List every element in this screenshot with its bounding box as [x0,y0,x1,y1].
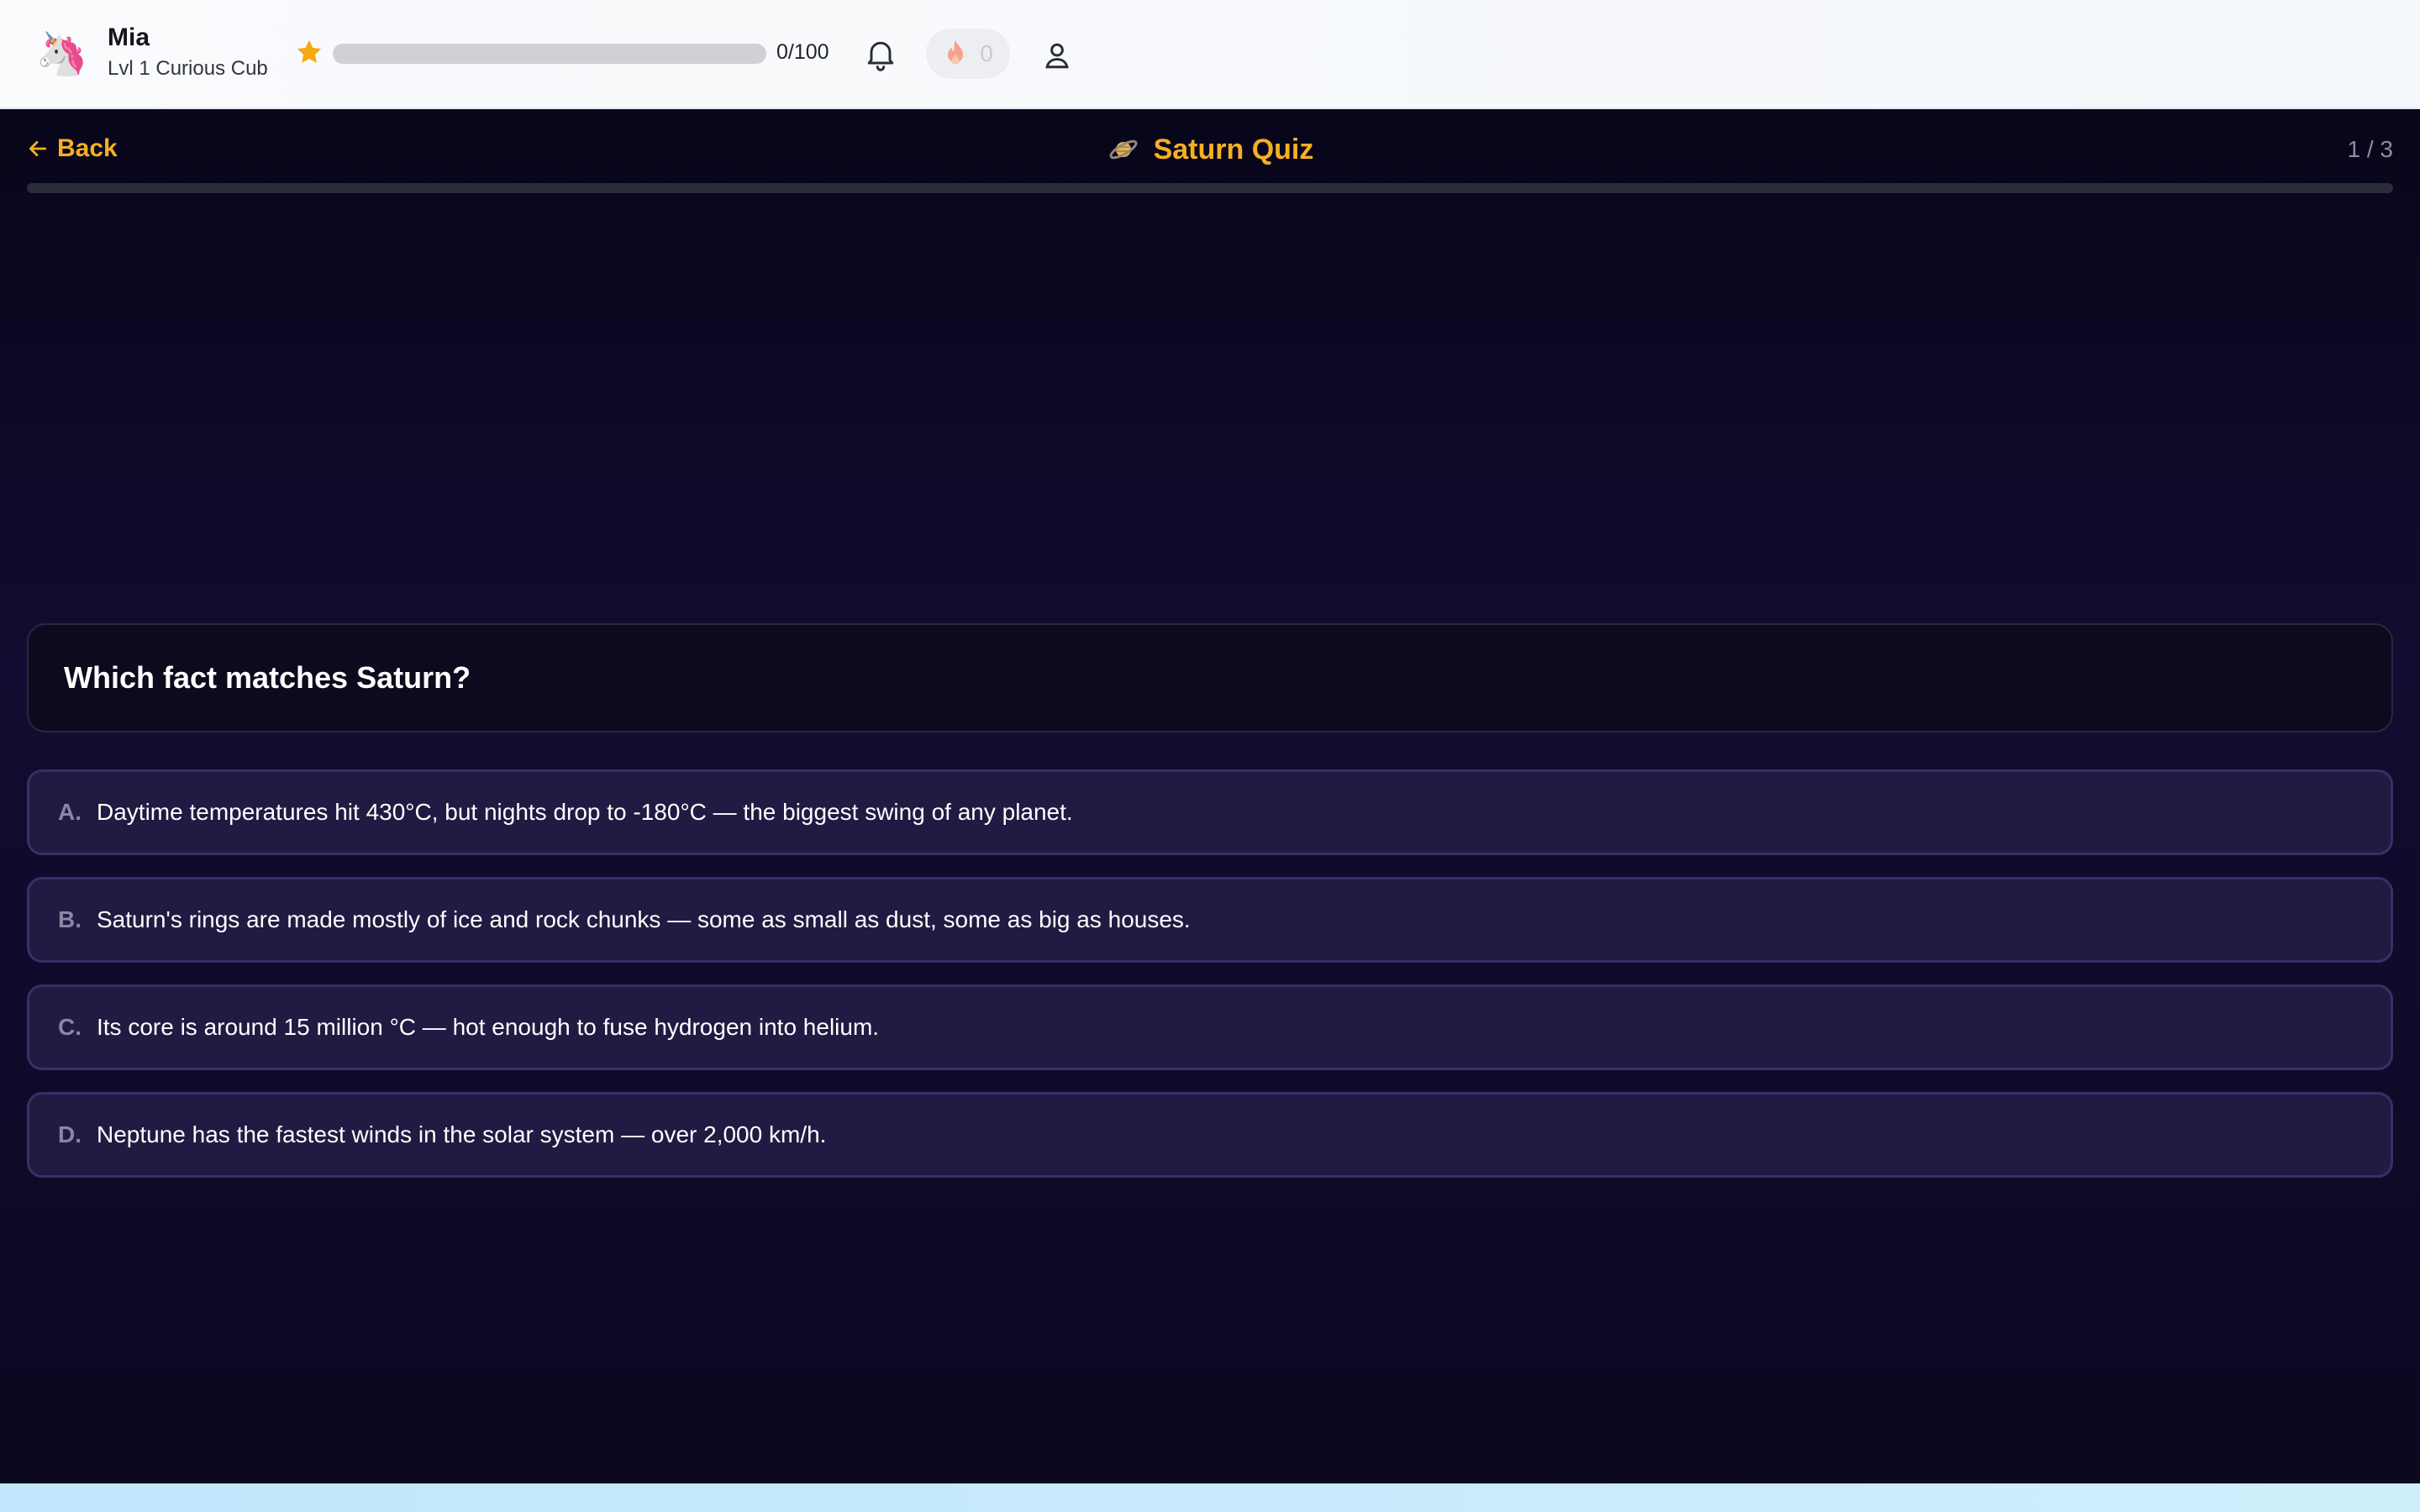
question-text: Which fact matches Saturn? [64,660,471,695]
option-text: Neptune has the fastest winds in the sol… [97,1121,827,1147]
streak-badge[interactable]: 0 [926,29,1010,79]
quiz-screen: Back Saturn Quiz 1 / 3 Which fact matche… [0,109,2420,1483]
quiz-title: Saturn Quiz [1153,133,1314,165]
bottom-strip [0,1483,2420,1512]
flame-icon [943,39,968,69]
page-title: Saturn Quiz [0,133,2420,166]
option-letter: D. [58,1121,82,1147]
answer-option-a[interactable]: A. Daytime temperatures hit 430°C, but n… [27,769,2393,855]
avatar[interactable]: 🦄 [36,29,88,79]
answer-option-b[interactable]: B. Saturn's rings are made mostly of ice… [27,877,2393,963]
option-text: Daytime temperatures hit 430°C, but nigh… [97,799,1073,825]
question-card: Which fact matches Saturn? [27,623,2393,732]
option-text: Saturn's rings are made mostly of ice an… [97,906,1191,932]
option-text: Its core is around 15 million °C — hot e… [97,1014,880,1040]
top-bar: 🦄 Mia Lvl 1 Curious Cub 0/100 0 [0,0,2420,109]
star-icon [294,37,324,67]
question-counter: 1 / 3 [2347,136,2393,162]
option-letter: A. [58,799,82,825]
answer-option-d[interactable]: D. Neptune has the fastest winds in the … [27,1092,2393,1178]
xp-value: 0/100 [776,40,829,64]
user-level: Lvl 1 Curious Cub [108,57,268,80]
question-progress-bar [27,183,2393,193]
bell-icon[interactable] [862,35,899,72]
user-name: Mia [108,24,150,51]
user-icon[interactable] [1039,37,1076,74]
streak-count: 0 [980,40,993,66]
xp-progress-bar [333,44,766,64]
planet-ringed-icon [1107,133,1140,166]
answer-option-c[interactable]: C. Its core is around 15 million °C — ho… [27,984,2393,1070]
option-letter: B. [58,906,82,932]
option-letter: C. [58,1014,82,1040]
